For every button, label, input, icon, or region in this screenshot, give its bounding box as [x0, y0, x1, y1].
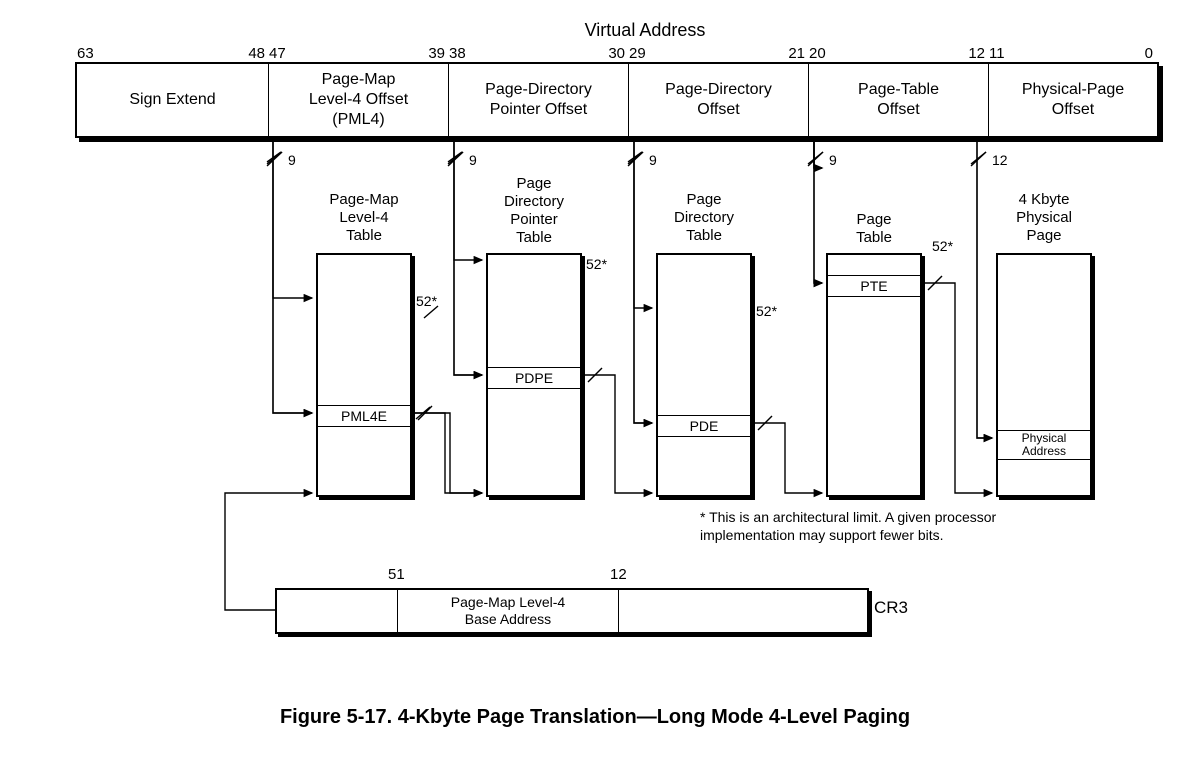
bit-47: 47 [267, 45, 288, 62]
field-pml4-offset: Page-MapLevel-4 Offset(PML4) [269, 64, 449, 136]
bit-63: 63 [75, 45, 96, 62]
bit-30: 30 [606, 45, 627, 62]
field-pdp-offset: Page-DirectoryPointer Offset [449, 64, 629, 136]
field-pp-offset: Physical-PageOffset [989, 64, 1157, 136]
bit-11: 11 [987, 45, 1007, 62]
bit-21: 21 [786, 45, 807, 62]
bit-29: 29 [627, 45, 648, 62]
field-sign-extend: Sign Extend [77, 64, 269, 136]
field-pt-offset: Page-TableOffset [809, 64, 989, 136]
figure-caption: Figure 5-17. 4-Kbyte Page Translation—Lo… [20, 706, 1170, 729]
diagram-arrows [20, 138, 1190, 698]
bit-39: 39 [426, 45, 447, 62]
field-pd-offset: Page-DirectoryOffset [629, 64, 809, 136]
bit-12: 12 [966, 45, 987, 62]
virtual-address-title: Virtual Address [120, 20, 1170, 41]
virtual-address-fields: Sign Extend Page-MapLevel-4 Offset(PML4)… [75, 62, 1159, 138]
bit-48: 48 [246, 45, 267, 62]
bit-0: 0 [1143, 45, 1155, 62]
bit-20: 20 [807, 45, 828, 62]
bit-38: 38 [447, 45, 468, 62]
